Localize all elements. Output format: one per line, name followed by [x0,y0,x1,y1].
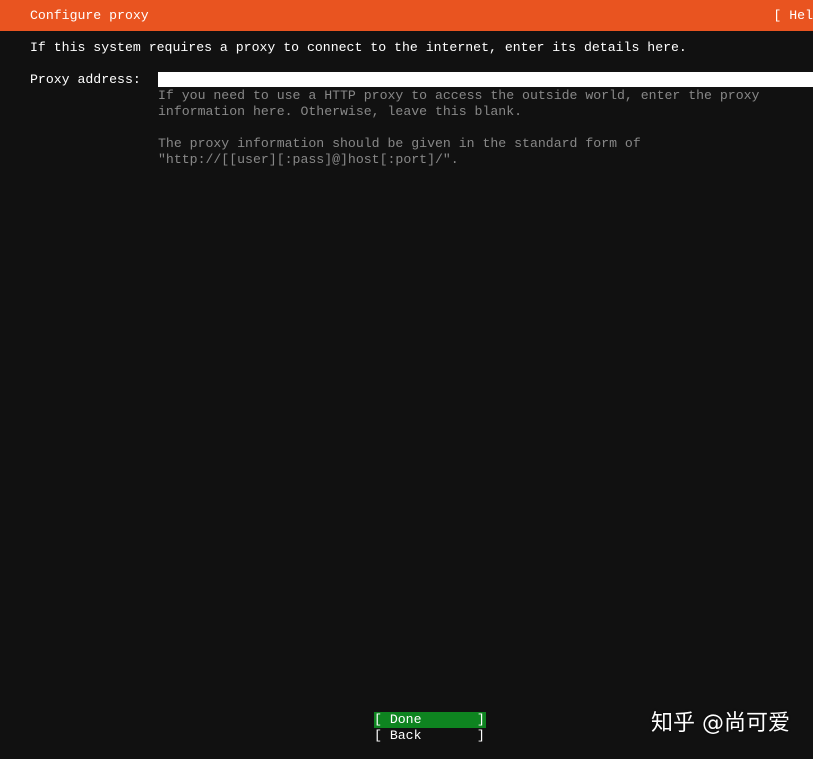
intro-text: If this system requires a proxy to conne… [30,40,687,55]
header-bar: Configure proxy [ Hel [0,0,813,31]
back-button[interactable]: [ Back ] [374,728,486,744]
help-button[interactable]: [ Hel [773,8,813,24]
help-line: The proxy information should be given in… [158,136,641,151]
done-button[interactable]: [ Done ] [374,712,486,728]
watermark: 知乎 @尚可爱 [651,711,790,736]
help-line: "http://[[user][:pass]@]host[:port]/". [158,152,459,167]
proxy-address-input[interactable] [158,72,813,87]
help-line: If you need to use a HTTP proxy to acces… [158,88,760,103]
screen-title: Configure proxy [30,8,149,23]
help-line: information here. Otherwise, leave this … [158,104,523,119]
proxy-address-label: Proxy address: [30,72,141,87]
